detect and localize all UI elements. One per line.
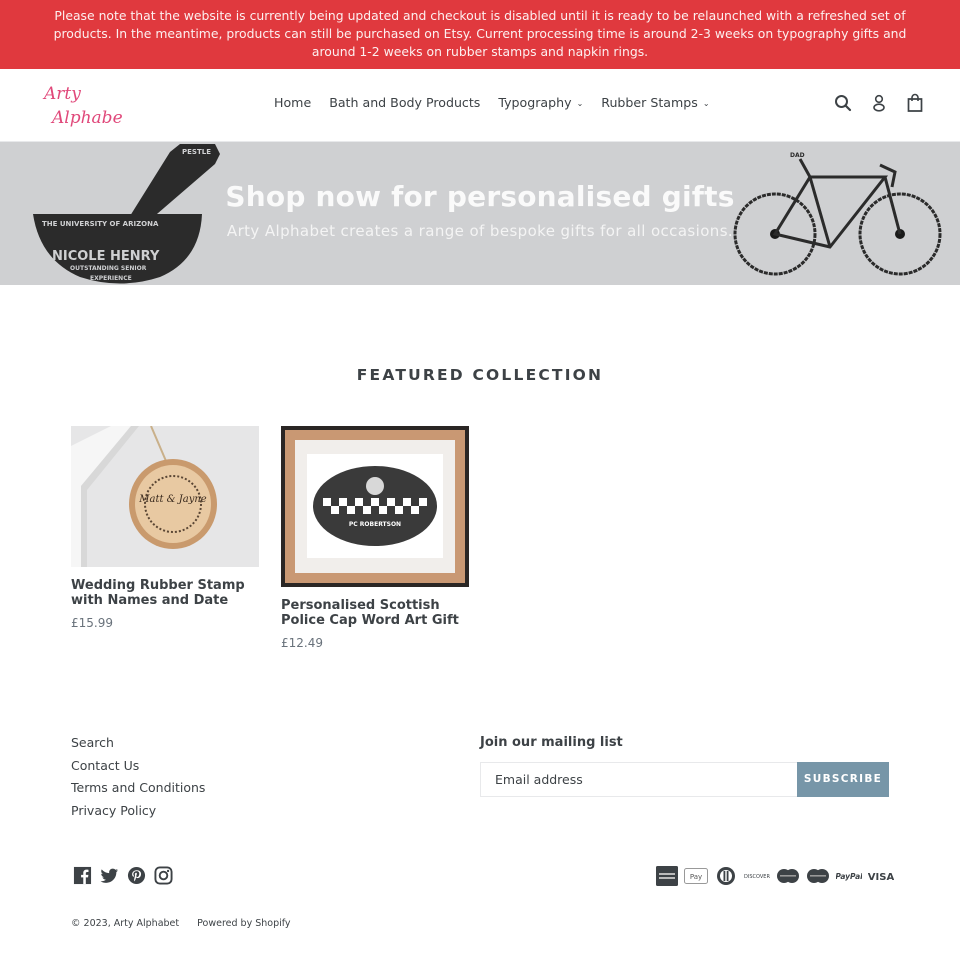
mortar-pestle-word-art: THE UNIVERSITY OF ARIZONA NICOLE HENRY P… [30,142,225,285]
bicycle-word-art: DAD [730,147,945,282]
nav-typography[interactable]: Typography ⌄ [489,95,592,110]
hero-banner[interactable]: THE UNIVERSITY OF ARIZONA NICOLE HENRY P… [0,142,960,285]
product-price: £15.99 [71,616,113,630]
apple-pay-label: Pay [690,873,702,881]
product-card[interactable]: PC ROBERTSON Personalised Scottish Polic… [281,426,469,650]
art-word: OUTSTANDING SENIOR [70,265,147,272]
paypal-label: PayPal [836,872,862,881]
facebook-icon[interactable] [73,866,92,885]
copyright-text[interactable]: © 2023, Arty Alphabet [71,918,179,929]
nav-rubber-stamps[interactable]: Rubber Stamps ⌄ [592,95,718,110]
product-card[interactable]: Matt & Jayne Wedding Rubber Stamp with N… [71,426,259,630]
paypal-icon: PayPal [836,866,862,886]
main-nav: Home Bath and Body Products Typography ⌄ … [265,95,719,110]
twitter-icon[interactable] [100,866,119,885]
announcement-text: Please note that the website is currentl… [53,8,907,59]
footer-link-contact[interactable]: Contact Us [71,758,205,781]
header-icons [832,92,926,114]
site-header: Arty Alphabet Home Bath and Body Product… [0,69,960,142]
announcement-bar: Please note that the website is currentl… [0,0,960,69]
featured-collection-title: FEATURED COLLECTION [356,366,604,384]
mastercard-icon [806,866,830,886]
nav-home-label: Home [274,95,312,110]
discover-icon: DISCOVER [744,866,770,886]
footer-links: Search Contact Us Terms and Conditions P… [71,735,205,825]
footer-link-privacy[interactable]: Privacy Policy [71,803,205,826]
diners-club-icon [714,866,738,886]
mailing-list-title: Join our mailing list [480,735,623,750]
nav-bath-body[interactable]: Bath and Body Products [320,95,489,110]
instagram-icon[interactable] [154,866,173,885]
discover-label: DISCOVER [744,874,770,880]
logo-line-1: Arty [42,84,81,104]
footer-link-search[interactable]: Search [71,735,205,758]
powered-by-link[interactable]: Powered by Shopify [197,918,290,929]
nav-bath-body-label: Bath and Body Products [329,95,481,110]
subscribe-button[interactable]: SUBSCRIBE [797,762,889,797]
visa-label: VISA [868,872,894,883]
email-input[interactable]: Email address [480,762,798,797]
account-icon[interactable] [868,92,890,114]
amex-icon [656,866,678,886]
art-word: EXPERIENCE [90,275,132,282]
logo-line-2: Alphabet [50,108,122,128]
nav-rubber-stamps-label: Rubber Stamps [601,95,698,110]
apple-pay-icon: Pay [684,866,708,886]
art-word: NICOLE HENRY [52,249,160,264]
footer-link-terms[interactable]: Terms and Conditions [71,780,205,803]
product-image[interactable]: Matt & Jayne [71,426,259,567]
product-title[interactable]: Wedding Rubber Stamp with Names and Date [71,578,259,608]
art-word: DAD [790,152,805,159]
nav-typography-label: Typography [498,95,572,110]
maestro-icon [776,866,800,886]
social-links [73,866,173,885]
visa-icon: VISA [868,866,894,886]
art-word: PESTLE [182,148,211,156]
payment-icons: Pay DISCOVER PayPal VISA [656,866,894,886]
product-title[interactable]: Personalised Scottish Police Cap Word Ar… [281,598,469,628]
copyright: © 2023, Arty Alphabet Powered by Shopify [71,918,291,929]
search-icon[interactable] [832,92,854,114]
chevron-down-icon: ⌄ [702,99,710,108]
product-price: £12.49 [281,636,323,650]
product-image[interactable]: PC ROBERTSON [281,426,469,587]
product-image-text: PC ROBERTSON [349,521,401,528]
nav-home[interactable]: Home [265,95,320,110]
logo[interactable]: Arty Alphabet [40,77,130,131]
cart-icon[interactable] [904,92,926,114]
chevron-down-icon: ⌄ [576,99,584,108]
pinterest-icon[interactable] [127,866,146,885]
product-image-text: Matt & Jayne [138,494,207,505]
